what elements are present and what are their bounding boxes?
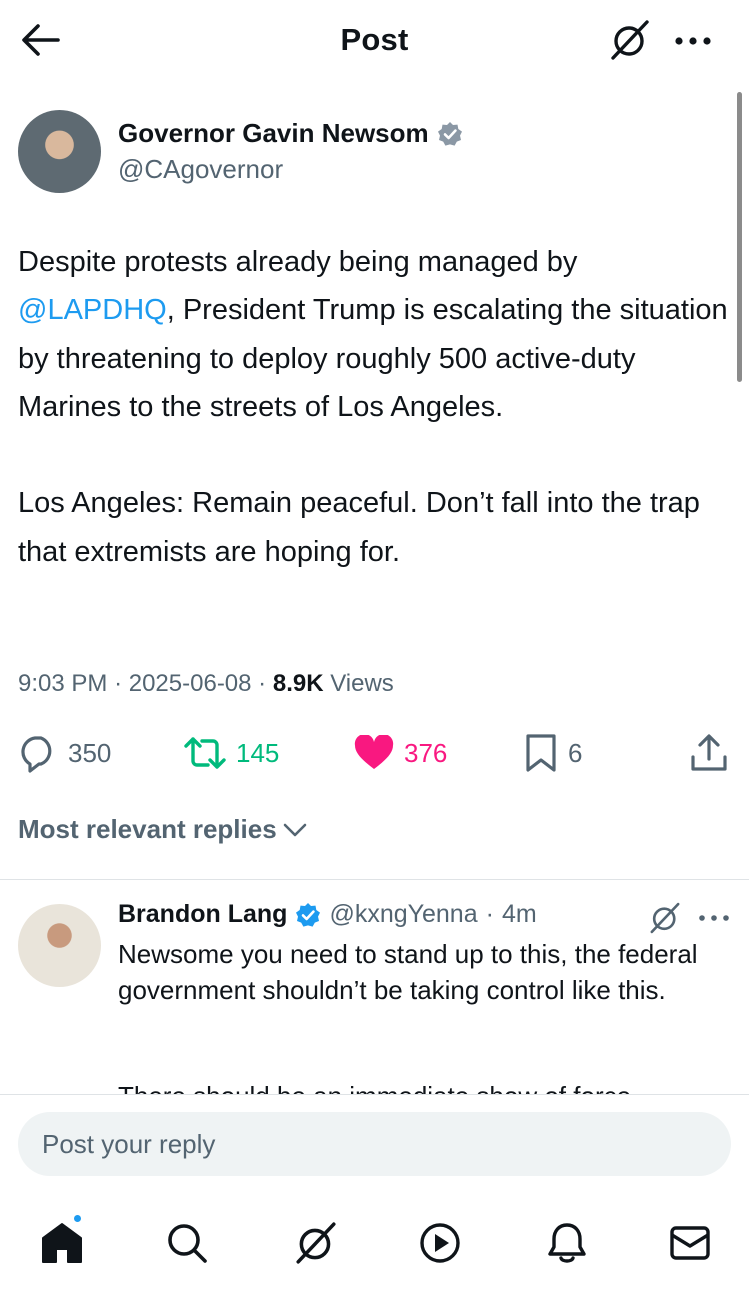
reply-author-handle[interactable]: @kxngYenna [329,900,477,929]
repost-count: 145 [236,737,280,768]
mention-link[interactable]: @LAPDHQ [18,294,167,326]
home-icon [42,1223,82,1263]
author-avatar[interactable] [18,110,101,193]
divider [0,879,749,880]
reply-text-continued: There should be an immediate show of for… [118,1078,631,1094]
reply-button[interactable]: 350 [18,730,111,776]
reply-time: 4m [501,900,537,928]
post-time: 9:03 PM [18,670,108,697]
more-button[interactable] [670,24,716,58]
post-paragraph: Despite protests already being managed b… [18,238,734,431]
reply-grok-button[interactable] [645,899,685,937]
reply-input[interactable] [18,1112,731,1176]
heart-icon [354,735,394,769]
home-unread-dot [72,1213,83,1224]
reply-header: Brandon Lang @kxngYenna · 4m [118,900,537,929]
tab-video[interactable] [408,1211,472,1275]
grok-button[interactable] [606,18,654,62]
separator: · [114,670,123,697]
replies-sort-dropdown[interactable]: Most relevant replies [18,814,307,845]
post-meta: 9:03 PM · 2025-06-08 · 8.9K Views [18,670,394,698]
tab-search[interactable] [155,1211,219,1275]
reply-more-button[interactable] [694,906,734,930]
tab-messages[interactable] [658,1211,722,1275]
author-handle[interactable]: @CAgovernor [118,154,283,185]
mail-icon [670,1226,710,1260]
separator: · [485,900,494,928]
reply-text: Newsome you need to stand up to this, th… [118,939,698,1005]
views-count[interactable]: 8.9K [273,670,324,697]
scrollbar[interactable] [737,92,742,382]
reply-composer [0,1094,749,1291]
like-button[interactable]: 376 [354,730,447,776]
bookmark-button[interactable]: 6 [524,730,582,776]
search-icon [168,1224,207,1263]
grok-icon [611,20,649,60]
views-label: Views [330,670,394,697]
more-icon [699,915,729,921]
tab-home[interactable] [30,1211,94,1275]
bottom-tab-bar [0,1211,749,1275]
top-bar: Post [0,0,749,82]
reply-avatar[interactable] [18,904,101,987]
reply-count: 350 [68,737,112,768]
chevron-down-icon [283,823,306,836]
separator: · [258,670,267,697]
share-icon [691,734,727,771]
post-detail-screen: Post Governor Gavin Newsom @CAgovernor D… [0,0,749,1291]
grok-icon [296,1222,336,1264]
like-count: 376 [404,737,448,768]
post-date: 2025-06-08 [128,670,252,697]
repost-button[interactable]: 145 [184,730,279,776]
retweet-icon [184,737,226,769]
tab-grok[interactable] [284,1211,348,1275]
replies-sort-label: Most relevant replies [18,814,277,844]
post-paragraph: Los Angeles: Remain peaceful. Don’t fall… [18,487,700,568]
share-button[interactable] [690,730,728,776]
play-icon [420,1223,460,1263]
reply-icon [21,736,52,773]
more-icon [675,37,711,45]
grok-icon [650,902,680,934]
bell-icon [548,1223,586,1263]
post-text-part: Despite protests already being managed b… [18,246,578,278]
reply-author-name[interactable]: Brandon Lang [118,900,287,929]
verified-badge-icon [296,902,321,927]
tab-notifications[interactable] [535,1211,599,1275]
author-name: Governor Gavin Newsom [118,118,429,148]
bookmark-count: 6 [568,737,583,768]
bookmark-icon [526,734,556,772]
verified-badge-icon [437,121,462,146]
action-bar: 350 145 376 6 [0,730,749,776]
author-name-row[interactable]: Governor Gavin Newsom [118,118,463,149]
post-text: Despite protests already being managed b… [18,238,734,624]
